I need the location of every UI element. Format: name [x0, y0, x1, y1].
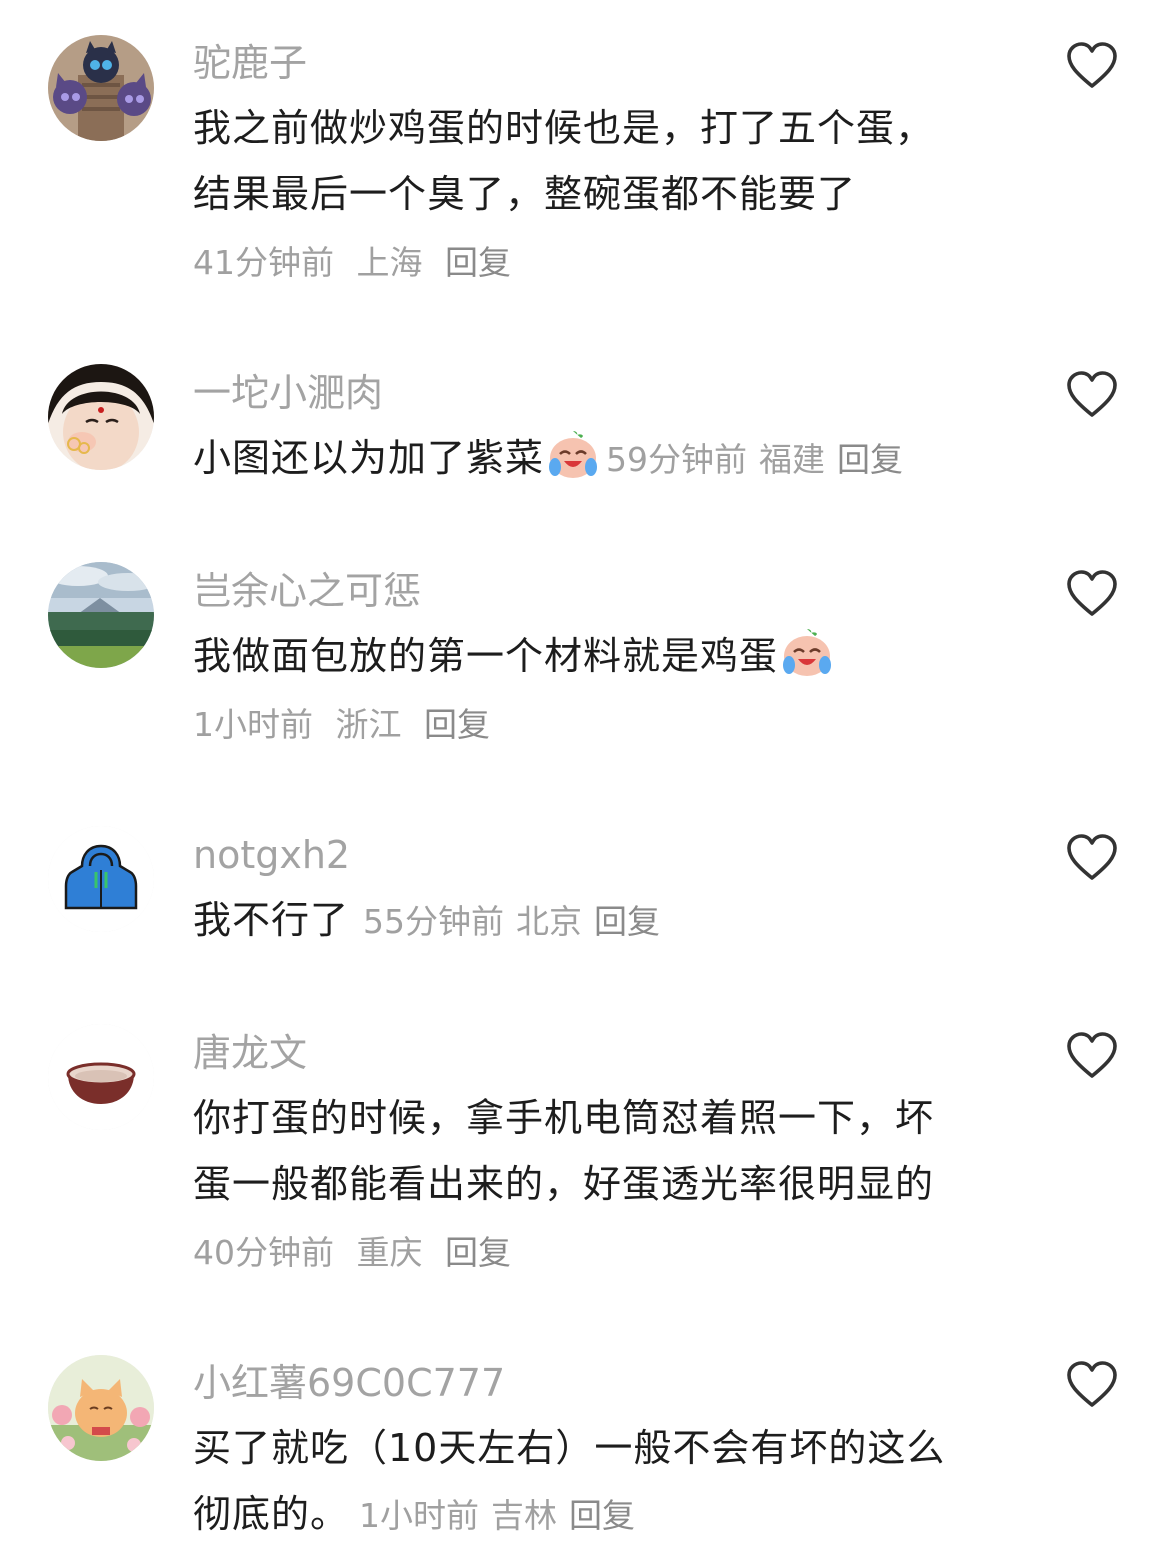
comment-time: 55分钟前	[363, 902, 505, 941]
crying-laughing-emoji-icon	[783, 629, 832, 676]
comment-time: 59分钟前	[606, 440, 748, 479]
reply-button[interactable]: 回复	[569, 1496, 635, 1535]
reply-button[interactable]: 回复	[594, 902, 660, 941]
comment-meta: 1小时前 吉林 回复	[359, 1496, 647, 1535]
comment-author[interactable]: 唐龙文	[193, 1034, 307, 1072]
comment-text: 小图还以为加了紫菜 59分钟前 福建 回复	[193, 425, 1093, 493]
comment-author[interactable]: 小红薯69C0C777	[193, 1364, 505, 1402]
comment-author[interactable]: 一坨小淝肉	[193, 374, 383, 412]
comment-text-line: 我做面包放的第一个材料就是鸡蛋	[193, 634, 779, 678]
comment-text: 你打蛋的时候，拿手机电筒怼着照一下，坏 蛋一般都能看出来的，好蛋透光率很明显的	[193, 1085, 1013, 1217]
crying-laughing-emoji-icon	[549, 431, 598, 478]
comment-time: 40分钟前	[193, 1233, 334, 1272]
comment-text-line: 蛋一般都能看出来的，好蛋透光率很明显的	[193, 1162, 935, 1206]
comment-meta: 55分钟前 北京 回复	[363, 902, 672, 941]
comment-location: 北京	[516, 902, 583, 941]
avatar[interactable]	[48, 562, 154, 668]
comment-location: 上海	[356, 243, 423, 282]
comment-text: 我之前做炒鸡蛋的时候也是，打了五个蛋， 结果最后一个臭了，整碗蛋都不能要了	[193, 95, 1013, 227]
reply-button[interactable]: 回复	[445, 1233, 511, 1272]
like-heart-icon[interactable]	[1066, 42, 1118, 90]
comment-text-line: 我之前做炒鸡蛋的时候也是，打了五个蛋，	[193, 106, 935, 150]
comment-meta: 59分钟前 福建 回复	[606, 440, 915, 479]
avatar[interactable]	[48, 826, 154, 932]
comment-location: 福建	[759, 440, 826, 479]
comment-text: 买了就吃（10天左右）一般不会有坏的这么 彻底的。 1小时前 吉林 回复	[193, 1415, 1013, 1549]
comment-time: 1小时前	[193, 705, 313, 744]
comment-author[interactable]: 驼鹿子	[193, 44, 307, 82]
comment-text-line: 买了就吃（10天左右）一般不会有坏的这么	[193, 1426, 946, 1470]
comment-location: 吉林	[491, 1496, 558, 1535]
comment-author[interactable]: 岂余心之可惩	[193, 572, 421, 610]
comment-location: 浙江	[335, 705, 402, 744]
reply-button[interactable]: 回复	[837, 440, 903, 479]
like-heart-icon[interactable]	[1066, 834, 1118, 882]
avatar[interactable]	[48, 35, 154, 141]
cats-avatar-icon	[48, 35, 154, 141]
comment-author[interactable]: notgxh2	[193, 836, 350, 874]
bowl-avatar-icon	[48, 1024, 154, 1130]
comment-location: 重庆	[356, 1233, 423, 1272]
like-heart-icon[interactable]	[1066, 1361, 1118, 1409]
comment-text-line: 彻底的。	[193, 1492, 350, 1536]
reply-button[interactable]: 回复	[445, 243, 511, 282]
comment-meta: 1小时前 浙江 回复	[193, 708, 502, 741]
comment-text-line: 你打蛋的时候，拿手机电筒怼着照一下，坏	[193, 1096, 935, 1140]
comment-meta: 41分钟前 上海 回复	[193, 246, 523, 279]
comment-text: 我做面包放的第一个材料就是鸡蛋	[193, 623, 1013, 689]
like-heart-icon[interactable]	[1066, 570, 1118, 618]
comment-text-line: 结果最后一个臭了，整碗蛋都不能要了	[193, 172, 857, 216]
comment-time: 41分钟前	[193, 243, 334, 282]
avatar[interactable]	[48, 364, 154, 470]
landscape-avatar-icon	[48, 562, 154, 668]
avatar[interactable]	[48, 1355, 154, 1461]
comment-text-line: 我不行了	[193, 898, 350, 942]
avatar[interactable]	[48, 1024, 154, 1130]
reply-button[interactable]: 回复	[424, 705, 490, 744]
hoodie-avatar-icon	[48, 826, 154, 932]
cat-flower-avatar-icon	[48, 1355, 154, 1461]
girl-avatar-icon	[48, 364, 154, 470]
comment-text-line: 小图还以为加了紫菜	[193, 436, 545, 480]
comment-text: 我不行了 55分钟前 北京 回复	[193, 887, 1013, 955]
like-heart-icon[interactable]	[1066, 1032, 1118, 1080]
comment-meta: 40分钟前 重庆 回复	[193, 1236, 523, 1269]
like-heart-icon[interactable]	[1066, 371, 1118, 419]
comment-time: 1小时前	[359, 1496, 480, 1535]
